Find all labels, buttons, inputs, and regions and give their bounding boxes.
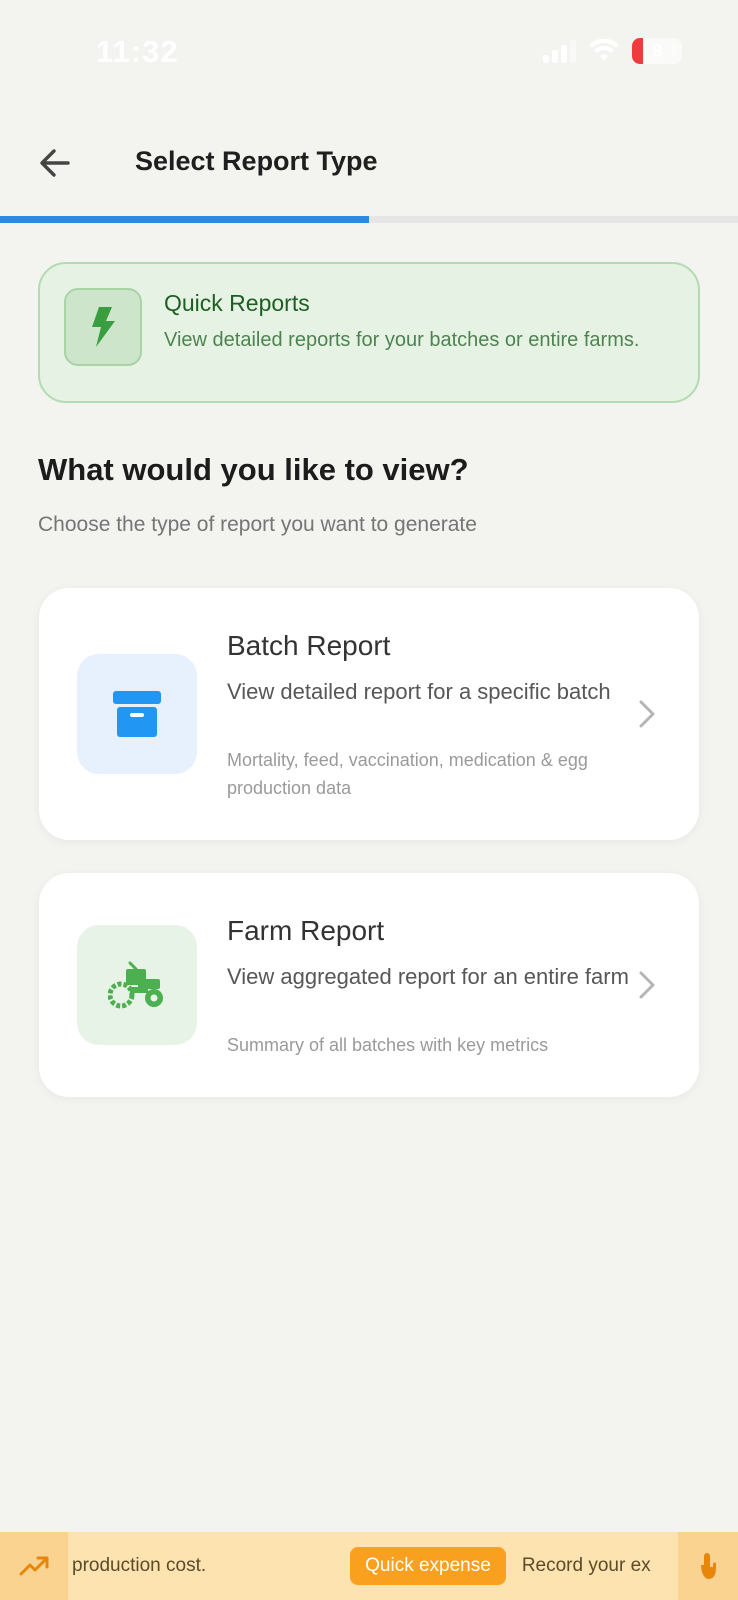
battery-icon: 9 [632, 38, 682, 64]
banner-icon-box [64, 288, 142, 366]
status-icons: 9 [543, 38, 682, 64]
chevron-right-icon [635, 970, 659, 1000]
status-bar: 11:32 9 [0, 0, 738, 110]
tap-hand-icon[interactable] [678, 1532, 738, 1600]
farm-report-description: View aggregated report for an entire far… [227, 964, 629, 989]
batch-report-card[interactable]: Batch Report View detailed report for a … [39, 588, 699, 840]
signal-icon [543, 39, 576, 63]
tractor-icon [108, 961, 163, 1009]
arrow-left-icon [40, 149, 70, 177]
archive-box-icon [113, 691, 161, 737]
battery-level: 9 [651, 40, 662, 61]
farm-report-title: Farm Report [227, 915, 385, 946]
banner-description: View detailed reports for your batches o… [164, 329, 640, 351]
batch-report-meta: Mortality, feed, vaccination, medication… [227, 750, 588, 798]
tips-ticker[interactable]: production cost. Quick expense Record yo… [0, 1532, 738, 1600]
ticker-text-next: Record your ex [521, 1555, 651, 1576]
status-time: 11:32 [96, 34, 179, 69]
batch-report-icon-box [77, 654, 197, 774]
section-heading: What would you like to view? [38, 452, 469, 487]
banner-title: Quick Reports [164, 290, 310, 316]
farm-report-icon-box [77, 925, 197, 1045]
batch-report-title: Batch Report [227, 630, 391, 661]
page-title: Select Report Type [135, 146, 378, 176]
ticker-track: production cost. Quick expense Record yo… [68, 1532, 678, 1600]
farm-report-meta: Summary of all batches with key metrics [227, 1035, 549, 1055]
farm-report-card[interactable]: Farm Report View aggregated report for a… [39, 873, 699, 1097]
section-subheading: Choose the type of report you want to ge… [38, 513, 477, 536]
back-button[interactable] [30, 138, 80, 188]
batch-report-description: View detailed report for a specific batc… [227, 679, 611, 704]
ticker-text: production cost. [72, 1555, 207, 1576]
wifi-icon [589, 39, 619, 61]
step-progress-fill [0, 216, 369, 223]
step-progress-bar [0, 216, 738, 223]
lightning-bolt-icon [92, 307, 115, 347]
chevron-right-icon [635, 699, 659, 729]
quick-reports-banner: Quick Reports View detailed reports for … [38, 262, 700, 403]
quick-expense-chip[interactable]: Quick expense [350, 1547, 506, 1585]
app-header: Select Report Type [0, 120, 738, 210]
trending-up-icon [0, 1532, 68, 1600]
